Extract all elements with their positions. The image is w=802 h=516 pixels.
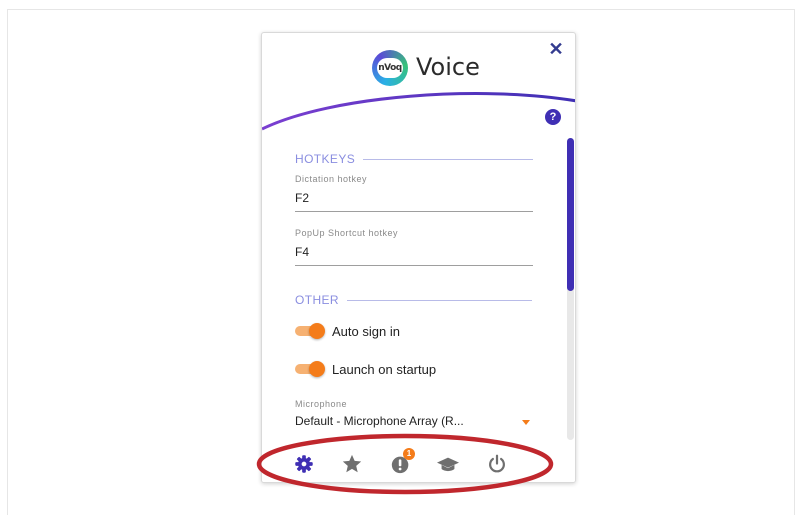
help-icon[interactable]: ? xyxy=(545,109,561,125)
close-icon[interactable]: ✕ xyxy=(548,40,564,58)
dictation-hotkey-field[interactable]: F2 xyxy=(295,191,309,205)
section-divider xyxy=(363,158,534,160)
switch-thumb xyxy=(309,323,325,339)
launch-on-startup-toggle[interactable]: Launch on startup xyxy=(295,360,436,378)
switch-thumb xyxy=(309,361,325,377)
notification-badge: 1 xyxy=(403,448,415,460)
hotkeys-section-label: HOTKEYS xyxy=(295,152,356,166)
settings-content: HOTKEYS Dictation hotkey F2 PopUp Shortc… xyxy=(262,133,575,443)
power-glyph xyxy=(489,454,505,473)
voice-settings-panel: nVoq Voice ✕ ? HOTKEYS Dictation hotkey … xyxy=(261,32,576,483)
star-glyph xyxy=(342,454,362,473)
other-section-title: OTHER xyxy=(295,293,532,307)
footer-nav: 1 xyxy=(262,443,575,482)
panel-header: nVoq Voice ✕ ? xyxy=(262,33,575,133)
auto-sign-in-toggle[interactable]: Auto sign in xyxy=(295,322,400,340)
auto-sign-in-switch[interactable] xyxy=(295,323,325,339)
popup-hotkey-label: PopUp Shortcut hotkey xyxy=(295,228,399,238)
notifications-icon[interactable]: 1 xyxy=(390,448,415,475)
popup-hotkey-underline xyxy=(295,265,533,266)
microphone-label: Microphone xyxy=(295,399,348,409)
hotkeys-section-title: HOTKEYS xyxy=(295,152,534,166)
header-wave-decoration xyxy=(262,92,575,131)
logo-text: nVoq xyxy=(377,58,403,78)
microphone-select[interactable]: Default - Microphone Array (R... xyxy=(295,414,517,428)
auto-sign-in-label: Auto sign in xyxy=(332,323,400,339)
launch-on-startup-label: Launch on startup xyxy=(332,361,437,377)
settings-gear-icon[interactable] xyxy=(293,453,315,475)
settings-gear-glyph xyxy=(295,455,313,473)
other-section-label: OTHER xyxy=(295,293,339,307)
star-icon[interactable] xyxy=(341,453,363,475)
app-title: Voice xyxy=(416,53,480,81)
chevron-down-icon[interactable] xyxy=(522,420,530,425)
dictation-hotkey-underline xyxy=(295,211,533,212)
graduation-cap-icon[interactable] xyxy=(436,453,459,475)
dictation-hotkey-label: Dictation hotkey xyxy=(295,174,368,184)
nvoq-logo: nVoq xyxy=(372,50,408,86)
section-divider xyxy=(347,299,532,301)
popup-hotkey-field[interactable]: F4 xyxy=(295,245,309,259)
power-icon[interactable] xyxy=(486,453,508,475)
graduation-cap-glyph xyxy=(437,457,459,472)
launch-on-startup-switch[interactable] xyxy=(295,361,325,377)
scrollbar-thumb[interactable] xyxy=(567,138,574,291)
